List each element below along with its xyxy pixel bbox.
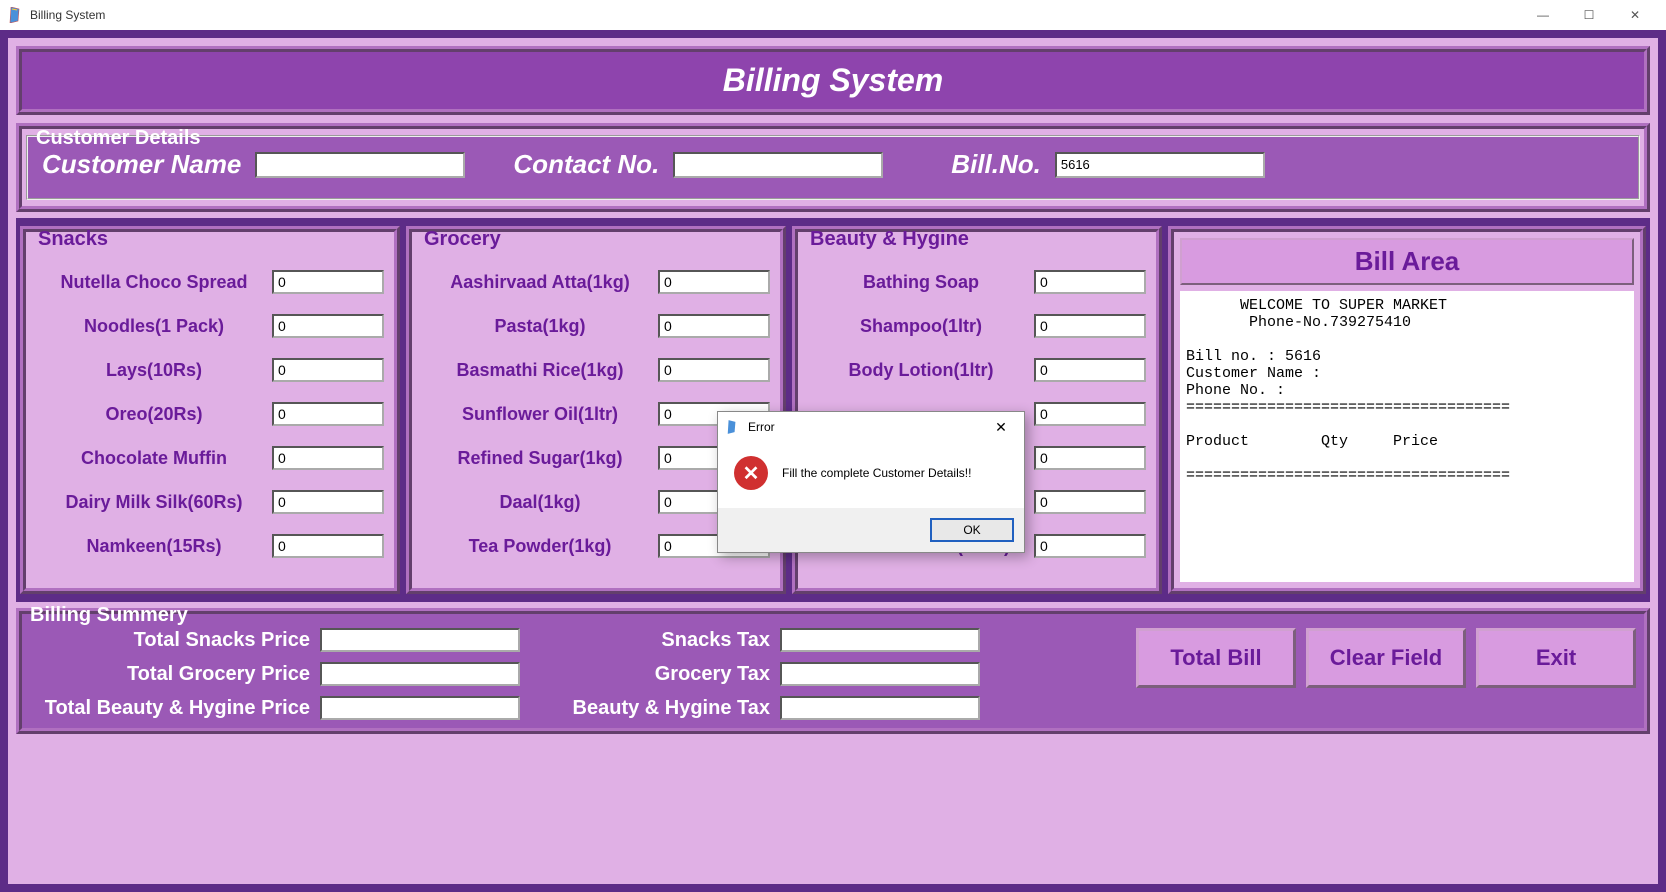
contact-no-label: Contact No. [513,149,659,180]
snacks-item-label: Lays(10Rs) [36,360,272,381]
grocery-item-input[interactable] [658,270,770,294]
summary-tax-label: Grocery Tax [530,663,770,686]
beauty-item-input[interactable] [1034,534,1146,558]
grocery-item-row: Aashirvaad Atta(1kg) [422,270,770,294]
exit-button[interactable]: Exit [1476,628,1636,688]
grocery-item-label: Daal(1kg) [422,492,658,513]
grocery-item-input[interactable] [658,358,770,382]
snacks-item-input[interactable] [272,358,384,382]
error-dialog: Error ✕ ✕ Fill the complete Customer Det… [717,411,1025,553]
snacks-item-input[interactable] [272,402,384,426]
snacks-item-input[interactable] [272,534,384,558]
snacks-item-label: Oreo(20Rs) [36,404,272,425]
snacks-item-row: Dairy Milk Silk(60Rs) [36,490,384,514]
summary-price-input[interactable] [320,662,520,686]
clear-field-button[interactable]: Clear Field [1306,628,1466,688]
snacks-item-input[interactable] [272,270,384,294]
grocery-item-label: Tea Powder(1kg) [422,536,658,557]
summary-price-input[interactable] [320,628,520,652]
dialog-ok-button[interactable]: OK [930,518,1014,542]
snacks-item-label: Namkeen(15Rs) [36,536,272,557]
snacks-item-row: Noodles(1 Pack) [36,314,384,338]
billing-summary: Billing Summery Total Snacks PriceSnacks… [16,608,1650,734]
total-bill-button[interactable]: Total Bill [1136,628,1296,688]
app-icon [8,7,24,23]
dialog-message: Fill the complete Customer Details!! [782,466,971,480]
snacks-item-label: Dairy Milk Silk(60Rs) [36,492,272,513]
grocery-item-label: Sunflower Oil(1ltr) [422,404,658,425]
customer-section: Customer Details Customer Name Contact N… [16,123,1650,212]
grocery-item-label: Pasta(1kg) [422,316,658,337]
beauty-item-input[interactable] [1034,490,1146,514]
summary-price-label: Total Grocery Price [30,663,310,686]
summary-tax-input[interactable] [780,696,980,720]
summary-tax-label: Snacks Tax [530,629,770,652]
bill-area-title: Bill Area [1180,238,1634,285]
snacks-item-input[interactable] [272,446,384,470]
snacks-item-input[interactable] [272,490,384,514]
customer-legend: Customer Details [34,127,203,150]
window-title: Billing System [30,8,105,22]
beauty-item-input[interactable] [1034,358,1146,382]
maximize-button[interactable]: ☐ [1566,0,1612,30]
snacks-item-row: Chocolate Muffin [36,446,384,470]
customer-name-input[interactable] [255,152,465,178]
bill-text: WELCOME TO SUPER MARKET Phone-No.7392754… [1180,291,1634,582]
banner-title: Billing System [32,62,1634,99]
grocery-item-input[interactable] [658,314,770,338]
snacks-panel: Snacks Nutella Choco Spread Noodles(1 Pac… [20,226,400,594]
close-button[interactable]: ✕ [1612,0,1658,30]
customer-name-label: Customer Name [42,149,241,180]
beauty-item-label: Bathing Soap [808,272,1034,293]
titlebar: Billing System — ☐ ✕ [0,0,1666,30]
beauty-item-input[interactable] [1034,446,1146,470]
grocery-item-row: Pasta(1kg) [422,314,770,338]
grocery-item-label: Aashirvaad Atta(1kg) [422,272,658,293]
beauty-item-label: Body Lotion(1ltr) [808,360,1034,381]
grocery-item-row: Basmathi Rice(1kg) [422,358,770,382]
dialog-close-button[interactable]: ✕ [986,419,1016,436]
error-icon: ✕ [734,456,768,490]
snacks-item-label: Nutella Choco Spread [36,272,272,293]
beauty-item-row: Shampoo(1ltr) [808,314,1146,338]
summary-price-input[interactable] [320,696,520,720]
banner: Billing System [16,46,1650,115]
dialog-app-icon [726,419,742,435]
snacks-item-row: Oreo(20Rs) [36,402,384,426]
contact-no-input[interactable] [673,152,883,178]
snacks-legend: Snacks [36,228,110,251]
beauty-item-input[interactable] [1034,314,1146,338]
summary-legend: Billing Summery [28,604,190,627]
snacks-item-row: Lays(10Rs) [36,358,384,382]
beauty-legend: Beauty & Hygine [808,228,971,251]
bill-no-input[interactable] [1055,152,1265,178]
bill-no-label: Bill.No. [951,149,1041,180]
beauty-item-label: Shampoo(1ltr) [808,316,1034,337]
grocery-item-label: Refined Sugar(1kg) [422,448,658,469]
summary-tax-input[interactable] [780,662,980,686]
snacks-item-label: Chocolate Muffin [36,448,272,469]
summary-tax-label: Beauty & Hygine Tax [530,697,770,720]
snacks-item-label: Noodles(1 Pack) [36,316,272,337]
snacks-item-row: Nutella Choco Spread [36,270,384,294]
snacks-item-input[interactable] [272,314,384,338]
grocery-legend: Grocery [422,228,503,251]
beauty-item-row: Body Lotion(1ltr) [808,358,1146,382]
summary-price-label: Total Beauty & Hygine Price [30,697,310,720]
beauty-item-input[interactable] [1034,270,1146,294]
grocery-item-label: Basmathi Rice(1kg) [422,360,658,381]
summary-tax-input[interactable] [780,628,980,652]
minimize-button[interactable]: — [1520,0,1566,30]
beauty-item-row: Bathing Soap [808,270,1146,294]
snacks-item-row: Namkeen(15Rs) [36,534,384,558]
summary-price-label: Total Snacks Price [30,629,310,652]
dialog-title: Error [748,420,775,434]
bill-area-panel: Bill Area WELCOME TO SUPER MARKET Phone-… [1168,226,1646,594]
beauty-item-input[interactable] [1034,402,1146,426]
